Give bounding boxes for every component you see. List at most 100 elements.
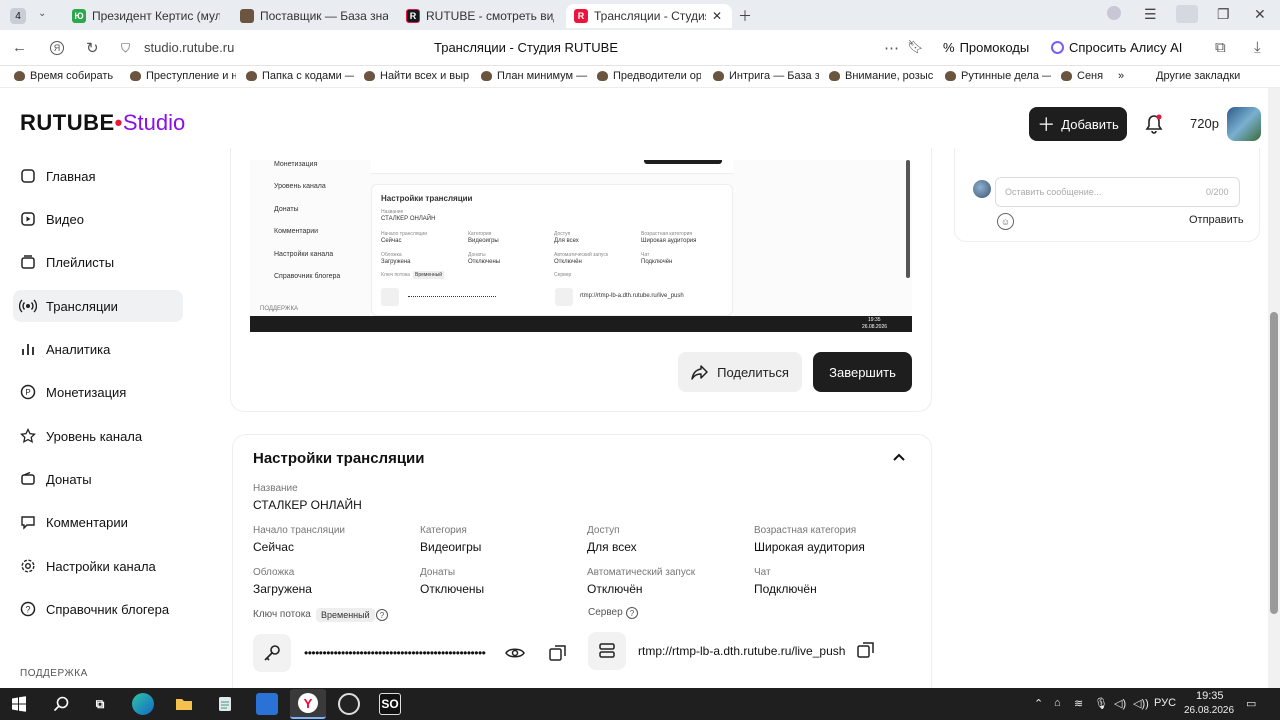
chevron-up-icon[interactable] (892, 452, 906, 462)
browser-tab-active[interactable]: R Трансляции - Студия R ✕ (566, 4, 732, 28)
bookmark-item[interactable]: План минимум — (481, 70, 599, 82)
send-button[interactable]: Отправить (1189, 214, 1244, 226)
promo-button[interactable]: % Промокоды (943, 40, 1029, 55)
bookmark-label: Рутинные дела — (961, 70, 1051, 82)
wifi-icon[interactable]: ≋ (1074, 697, 1083, 710)
preview-label: Чат (641, 252, 650, 258)
browser-tab[interactable]: Ю Президент Кертис (мульт (72, 4, 220, 28)
browser-tab[interactable]: Поставщик — База знани (240, 4, 388, 28)
sidebar-item-channel-settings[interactable]: Настройки канала (13, 550, 183, 582)
bookmark-item[interactable]: Найти всех и выр (364, 70, 470, 82)
sidebar-item-streams[interactable]: Трансляции (13, 290, 183, 322)
bookmark-item[interactable]: Предводители ор (597, 70, 701, 82)
bookmark-item[interactable]: Время собирать (14, 70, 126, 82)
menu-icon[interactable]: ☰ (1144, 6, 1157, 23)
close-tab-icon[interactable]: ✕ (712, 9, 722, 23)
windows-start-icon[interactable] (8, 693, 30, 715)
chevron-up-icon[interactable]: ⌃ (1034, 697, 1043, 710)
bell-icon[interactable] (1145, 114, 1163, 134)
alice-button[interactable]: Спросить Алису AI (1051, 40, 1182, 55)
stream-key-value[interactable]: ••••••••••••••••••••••••••••••••••••••••… (304, 646, 486, 660)
server-value[interactable]: rtmp://rtmp-lb-a.dth.rutube.ru/live_push (638, 644, 845, 658)
more-bookmarks-icon[interactable]: » (1118, 70, 1124, 82)
copy-icon[interactable] (857, 641, 875, 659)
language-indicator[interactable]: РУС (1154, 697, 1176, 709)
network-icon[interactable]: ⌂ (1054, 697, 1061, 709)
help-icon[interactable]: ? (626, 607, 638, 619)
sidebar-item-comments[interactable]: Комментарии (13, 506, 183, 538)
copy-icon[interactable] (549, 644, 567, 662)
bookmark-label: Преступление и н (146, 70, 236, 82)
app-icon[interactable] (256, 693, 278, 715)
speaker-icon[interactable]: ◁)) (1133, 697, 1149, 710)
help-icon[interactable]: ? (376, 609, 388, 621)
owl-icon (1061, 71, 1072, 81)
scrollbar-thumb[interactable] (1270, 312, 1278, 614)
browser-tab[interactable]: R RUTUBE - смотреть виде (406, 4, 554, 28)
sidebar-item-analytics[interactable]: Аналитика (13, 333, 183, 365)
chevron-down-icon[interactable]: ⌄ (38, 8, 46, 19)
bookmark-item[interactable]: Папка с кодами — (246, 70, 354, 82)
comment-icon (19, 513, 37, 531)
add-button[interactable]: ＋ Добавить (1029, 107, 1127, 141)
eye-icon[interactable] (505, 645, 525, 661)
preview-scrollbar[interactable] (906, 160, 910, 278)
bookmark-item[interactable]: Сеня (1061, 70, 1107, 82)
bookmark-icon[interactable]: 🔖︎ (907, 39, 924, 55)
quality-label[interactable]: 720p (1190, 116, 1219, 131)
preview-label: Обложка (381, 252, 402, 258)
other-bookmarks[interactable]: Другие закладки (1156, 70, 1240, 82)
wallet-icon (19, 470, 37, 488)
page-scrollbar[interactable] (1268, 88, 1280, 688)
rutube-studio-logo[interactable]: RUTUBE•Studio (20, 110, 185, 136)
sidebar-item-blogger-guide[interactable]: ? Справочник блогера (13, 593, 183, 625)
bookmark-item[interactable]: Интрига — База з (713, 70, 819, 82)
search-icon[interactable] (50, 693, 72, 715)
sidebar-item-playlists[interactable]: Плейлисты (13, 246, 183, 278)
profile-icon[interactable] (1107, 6, 1121, 20)
clock-date[interactable]: 26.08.2026 (1184, 705, 1234, 716)
sidebar-item-donations[interactable]: Донаты (13, 463, 183, 495)
folder-icon[interactable] (173, 693, 195, 715)
bookmark-item[interactable]: Преступление и н (130, 70, 236, 82)
so-app-icon[interactable]: SO (379, 693, 401, 715)
bookmark-item[interactable]: Рутинные дела — (945, 70, 1051, 82)
reload-icon[interactable]: ↻ (86, 39, 99, 57)
notifications-icon[interactable]: ▭ (1246, 697, 1256, 710)
sidebar-item-monetization[interactable]: P Монетизация (13, 376, 183, 408)
tab-count-badge[interactable]: 4 (10, 8, 26, 24)
rutube-favicon: R (574, 9, 588, 23)
extension-icon[interactable]: ⧉ (1215, 39, 1226, 56)
close-window-icon[interactable]: ✕ (1254, 6, 1266, 23)
volume-icon[interactable]: ◁) (1114, 697, 1126, 710)
minimize-icon[interactable] (1176, 5, 1198, 23)
url-field[interactable]: studio.rutube.ru (144, 40, 234, 55)
yandex-browser-icon[interactable]: Y (290, 689, 326, 719)
microphone-icon[interactable]: 🎙︎ (1094, 697, 1108, 710)
edge-icon[interactable] (132, 693, 154, 715)
avatar[interactable] (1227, 107, 1261, 141)
back-icon[interactable]: ← (12, 39, 27, 56)
bookmark-item[interactable]: Внимание, розыс (829, 70, 935, 82)
download-icon[interactable]: ⤓ (1254, 39, 1261, 56)
tab-label: Президент Кертис (мульт (92, 9, 220, 23)
yandex-icon[interactable]: Я (50, 41, 64, 55)
obs-icon[interactable] (338, 693, 360, 715)
bookmark-label: Интрига — База з (729, 70, 819, 82)
preview-tray-date: 26.08.2026 (862, 324, 888, 330)
restore-icon[interactable]: ❐ (1217, 6, 1230, 23)
more-icon[interactable]: ⋯ (884, 39, 899, 57)
clock-time[interactable]: 19:35 (1196, 690, 1224, 702)
emoji-icon[interactable]: ☺ (997, 213, 1014, 230)
share-button[interactable]: Поделиться (678, 352, 802, 392)
stream-preview[interactable]: Монетизация Уровень канала Донаты Коммен… (250, 160, 912, 332)
sidebar-item-video[interactable]: Видео (13, 203, 183, 235)
preview-server-icon (555, 288, 573, 306)
new-tab-icon[interactable]: ＋ (738, 6, 752, 26)
support-heading[interactable]: ПОДДЕРЖКА (20, 668, 88, 679)
finish-button[interactable]: Завершить (813, 352, 912, 392)
notepad-icon[interactable] (214, 693, 236, 715)
sidebar-item-home[interactable]: Главная (13, 160, 183, 192)
task-view-icon[interactable]: ⧉ (89, 693, 111, 715)
sidebar-item-channel-level[interactable]: Уровень канала (13, 420, 183, 452)
